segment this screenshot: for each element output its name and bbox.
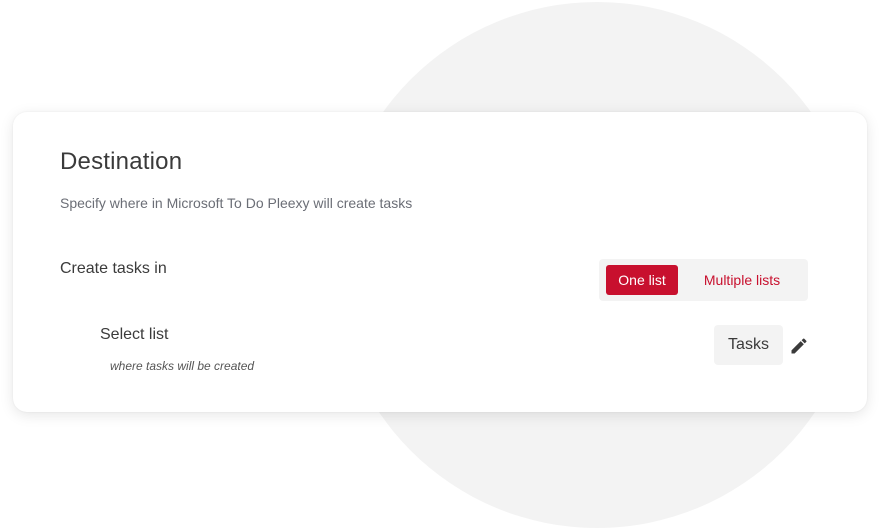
create-tasks-in-label: Create tasks in [60, 260, 167, 277]
one-list-option[interactable]: One list [606, 265, 678, 295]
destination-card: Destination Specify where in Microsoft T… [13, 112, 867, 412]
pencil-icon[interactable] [789, 336, 809, 356]
list-mode-toggle: One list Multiple lists [599, 259, 808, 301]
select-list-label: Select list [100, 326, 169, 343]
multiple-lists-option[interactable]: Multiple lists [683, 265, 801, 295]
section-subtitle: Specify where in Microsoft To Do Pleexy … [60, 195, 413, 211]
section-title: Destination [60, 148, 183, 175]
selected-list-value[interactable]: Tasks [714, 325, 783, 365]
select-list-hint: where tasks will be created [110, 359, 255, 373]
